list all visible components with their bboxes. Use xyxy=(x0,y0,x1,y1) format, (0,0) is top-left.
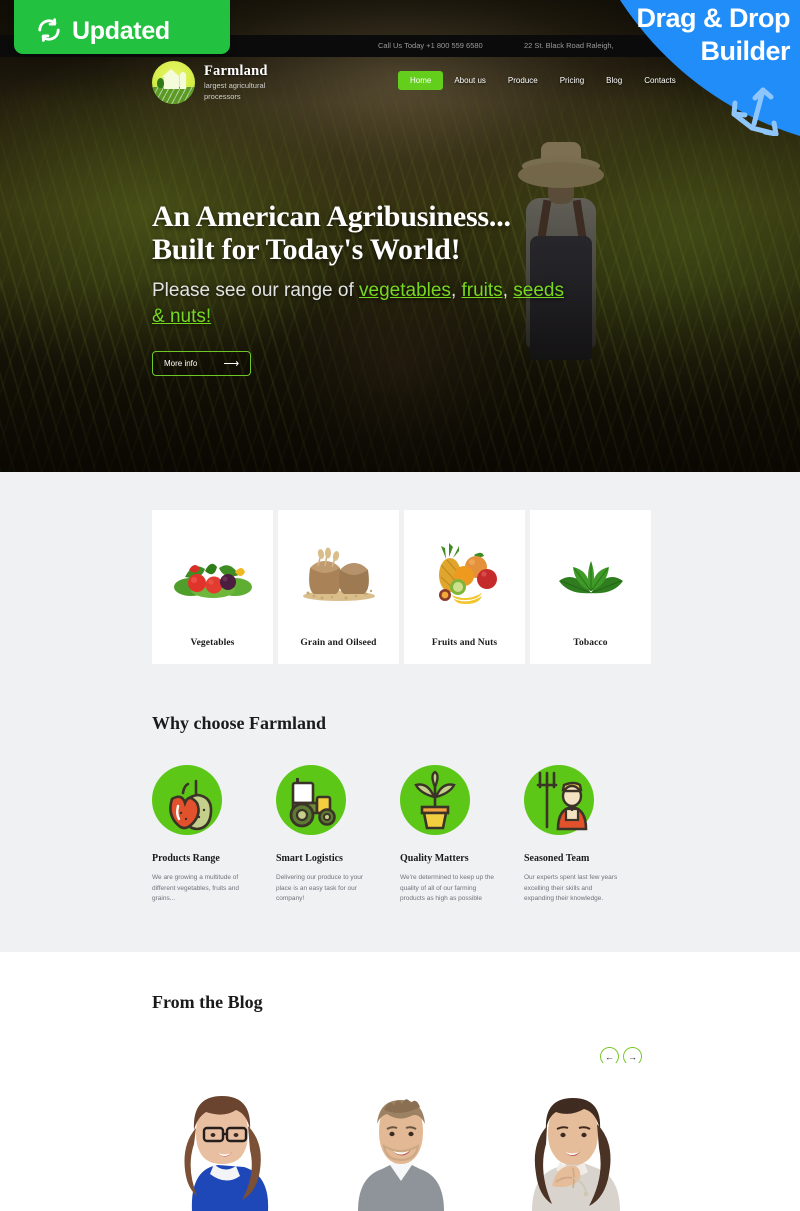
why-choose-heading: Why choose Farmland xyxy=(152,713,327,733)
smiling-man-portrait xyxy=(324,1090,479,1211)
woman-with-glasses-portrait xyxy=(152,1090,307,1211)
nav-item-home[interactable]: Home xyxy=(398,71,444,90)
feature-title: Seasoned Team xyxy=(524,853,590,864)
product-card-fruits-and-nuts[interactable]: Fruits and Nuts xyxy=(404,510,525,664)
nav-item-pricing[interactable]: Pricing xyxy=(549,71,595,90)
vegetables-image xyxy=(152,510,273,638)
feature-smart-logistics: Smart Logistics Delivering our produce t… xyxy=(276,765,400,905)
blog-carousel-nav: ← → xyxy=(600,1047,642,1066)
blog-post-2[interactable] xyxy=(324,1090,479,1211)
hero-sep-2: , xyxy=(502,280,508,301)
grain-sack-image xyxy=(278,510,399,638)
product-card-label: Grain and Oilseed xyxy=(300,638,377,648)
hero-content: An American Agribusiness... Built for To… xyxy=(152,200,572,376)
hero-sep-1: , xyxy=(450,280,457,301)
feature-text: We're determined to keep up the quality … xyxy=(400,874,494,902)
updated-badge: Updated xyxy=(14,0,230,54)
brand-name: Farmland xyxy=(204,62,268,79)
farm-logo-icon xyxy=(152,61,195,104)
brand-logo[interactable]: Farmland largest agricultural processors xyxy=(152,61,268,104)
potted-plant-icon xyxy=(400,765,470,835)
office-address: 22 St. Black Road Raleigh, xyxy=(524,41,614,50)
farmer-pitchfork-icon xyxy=(524,765,594,835)
more-info-button[interactable]: More info ⟶ xyxy=(152,351,252,376)
updated-badge-label: Updated xyxy=(72,17,170,45)
phone-number[interactable]: Call Us Today +1 800 559 6580 xyxy=(378,35,483,57)
blog-post-list xyxy=(152,1090,651,1211)
carousel-prev-button[interactable]: ← xyxy=(600,1047,619,1066)
feature-text: Our experts spent last few years excelli… xyxy=(524,874,618,902)
product-card-label: Tobacco xyxy=(573,638,608,648)
hero-link-vegetables[interactable]: vegetables xyxy=(359,280,451,301)
more-info-label: More info xyxy=(164,359,198,368)
feature-list: Products Range We are growing a multitud… xyxy=(152,765,648,905)
site-header: Farmland largest agricultural processors… xyxy=(0,57,800,112)
hero-link-fruits[interactable]: fruits xyxy=(462,280,503,301)
product-card-grain-and-oilseed[interactable]: Grain and Oilseed xyxy=(278,510,399,664)
feature-title: Smart Logistics xyxy=(276,853,343,864)
hero-title-line-1: An American Agribusiness... xyxy=(152,200,511,233)
carousel-next-button[interactable]: → xyxy=(623,1047,642,1066)
product-card-label: Vegetables xyxy=(190,638,235,648)
nav-item-blog[interactable]: Blog xyxy=(595,71,633,90)
blog-post-1[interactable] xyxy=(152,1090,307,1211)
tobacco-leaves-image xyxy=(530,510,651,638)
woman-thinking-portrait xyxy=(496,1090,651,1211)
apple-pear-icon xyxy=(152,765,222,835)
arrow-right-icon: ⟶ xyxy=(223,357,240,370)
hero-section: Call Us Today +1 800 559 6580 22 St. Bla… xyxy=(0,0,800,472)
product-card-tobacco[interactable]: Tobacco xyxy=(530,510,651,664)
nav-item-produce[interactable]: Produce xyxy=(497,71,549,90)
nav-item-about-us[interactable]: About us xyxy=(443,71,497,90)
fruits-image xyxy=(404,510,525,638)
sync-icon xyxy=(36,17,62,43)
feature-title: Quality Matters xyxy=(400,853,469,864)
tractor-icon xyxy=(276,765,346,835)
feature-text: We are growing a multitude of different … xyxy=(152,874,239,902)
brand-tagline-2: processors xyxy=(204,92,241,101)
hero-subtitle-prefix: Please see our range of xyxy=(152,280,360,301)
feature-title: Products Range xyxy=(152,853,220,864)
product-card-label: Fruits and Nuts xyxy=(431,638,498,648)
hero-subtitle: Please see our range of vegetables, frui… xyxy=(152,278,572,330)
feature-seasoned-team: Seasoned Team Our experts spent last few… xyxy=(524,765,648,905)
product-card-vegetables[interactable]: Vegetables xyxy=(152,510,273,664)
nav-item-contacts[interactable]: Contacts xyxy=(633,71,687,90)
feature-text: Delivering our produce to your place is … xyxy=(276,874,364,902)
brand-tagline-1: largest agricultural xyxy=(204,80,266,90)
main-navigation: Home About us Produce Pricing Blog Conta… xyxy=(398,71,687,90)
feature-products-range: Products Range We are growing a multitud… xyxy=(152,765,276,905)
hero-title-line-2: Built for Today's World! xyxy=(152,233,461,266)
feature-quality-matters: Quality Matters We're determined to keep… xyxy=(400,765,524,905)
blog-post-3[interactable] xyxy=(496,1090,651,1211)
product-card-list: Vegetables Grain and Oilseed Fruits and … xyxy=(152,510,651,664)
blog-heading: From the Blog xyxy=(152,992,263,1012)
